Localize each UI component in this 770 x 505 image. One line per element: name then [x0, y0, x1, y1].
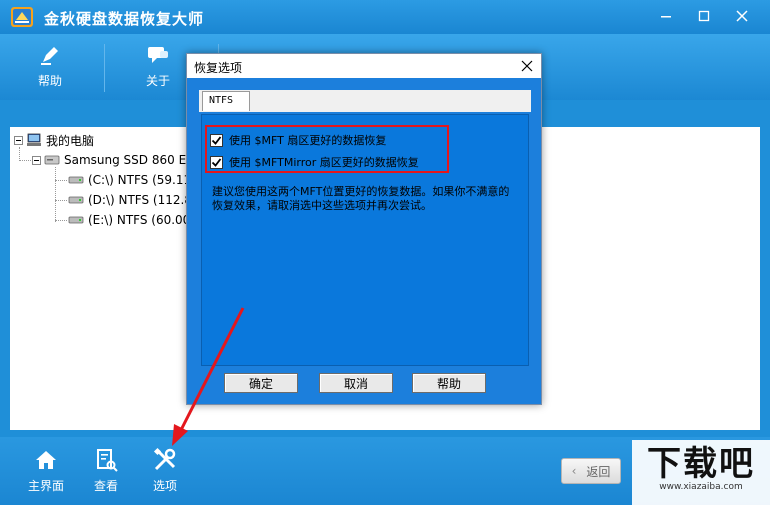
close-icon: [521, 60, 533, 72]
recovery-options-dialog: 恢复选项 NTFS 使用 $MFT 扇区更好的数据恢复 使用 $MFTMirro…: [186, 53, 542, 405]
dialog-title-bar: 恢复选项: [187, 54, 541, 78]
tab-ntfs[interactable]: NTFS: [202, 91, 250, 111]
hint-text: 建议您使用这两个MFT位置更好的恢复数据。如果你不满意的恢复效果，请取消选中这些…: [212, 185, 510, 212]
help-button[interactable]: 帮助: [412, 373, 486, 393]
drive-icon: [68, 176, 84, 184]
tree-connector: [55, 220, 67, 221]
tree-connector: [55, 200, 67, 201]
toolbar-divider: [104, 44, 105, 92]
options-button[interactable]: 选项: [135, 447, 195, 494]
back-label: 返回: [586, 464, 611, 479]
title-bar: 金秋硬盘数据恢复大师: [0, 0, 770, 34]
watermark-text: 下载吧: [647, 444, 755, 484]
collapse-toggle[interactable]: [14, 135, 23, 145]
tree-node-partition[interactable]: (E:\) NTFS (60.00: [68, 211, 190, 229]
mft-checkbox[interactable]: [210, 133, 223, 147]
tree-label-partition: (C:\) NTFS (59.11: [88, 173, 192, 187]
cancel-button[interactable]: 取消: [319, 373, 393, 393]
tree-node-disk[interactable]: Samsung SSD 860 EV: [32, 151, 194, 169]
tree-connector: [55, 180, 67, 181]
tree-label-partition: (E:\) NTFS (60.00: [88, 213, 191, 227]
maximize-button[interactable]: [686, 4, 722, 28]
drive-icon: [68, 216, 84, 224]
app-title: 金秋硬盘数据恢复大师: [44, 10, 205, 28]
about-tool-button[interactable]: 关于: [128, 42, 188, 89]
tree-connector: [19, 160, 33, 161]
pen-icon: [41, 47, 58, 65]
mft-option[interactable]: 使用 $MFT 扇区更好的数据恢复: [210, 131, 386, 149]
maximize-icon: [698, 10, 710, 22]
checkmark-icon: [211, 135, 222, 145]
view-button[interactable]: 查看: [76, 447, 136, 494]
chat-icon: [148, 47, 168, 63]
hard-disk-icon: [44, 155, 60, 165]
home-label: 主界面: [27, 479, 64, 493]
minimize-icon: [661, 16, 671, 18]
help-tool-button[interactable]: 帮助: [20, 42, 80, 89]
dialog-body: NTFS 使用 $MFT 扇区更好的数据恢复 使用 $MFTMirror 扇区更…: [187, 78, 541, 404]
collapse-toggle[interactable]: [32, 155, 41, 165]
tree-connector: [19, 147, 20, 161]
document-search-icon: [97, 449, 118, 472]
tools-icon: [153, 447, 176, 471]
close-button[interactable]: [724, 4, 760, 28]
dialog-close-button[interactable]: [519, 58, 535, 74]
drive-icon: [68, 196, 84, 204]
options-label: 选项: [152, 479, 177, 493]
tree-node-partition[interactable]: (C:\) NTFS (59.11: [68, 171, 191, 189]
dialog-title: 恢复选项: [194, 61, 243, 75]
tree-label-disk: Samsung SSD 860 EV: [64, 153, 195, 167]
ok-button[interactable]: 确定: [224, 373, 298, 393]
ntfs-tab-page: 使用 $MFT 扇区更好的数据恢复 使用 $MFTMirror 扇区更好的数据恢…: [201, 114, 529, 366]
mftmirror-option[interactable]: 使用 $MFTMirror 扇区更好的数据恢复: [210, 153, 419, 171]
minimize-button[interactable]: [648, 4, 684, 28]
tree-connector: [55, 167, 56, 222]
home-button[interactable]: 主界面: [16, 447, 76, 494]
tree-label-computer: 我的电脑: [46, 133, 95, 148]
about-tool-label: 关于: [145, 74, 170, 88]
help-tool-label: 帮助: [37, 74, 62, 88]
mftmirror-checkbox[interactable]: [210, 155, 223, 169]
tree-node-partition[interactable]: (D:\) NTFS (112.8: [68, 191, 192, 209]
home-icon: [36, 451, 56, 469]
back-button[interactable]: ‹ 返回: [561, 458, 621, 484]
mftmirror-option-label: 使用 $MFTMirror 扇区更好的数据恢复: [229, 156, 419, 169]
watermark-logo: 下载吧 www.xiazaiba.com: [632, 440, 770, 505]
tab-strip: NTFS: [199, 90, 531, 112]
app-logo-icon: [11, 7, 33, 27]
chevron-left-icon: ‹: [571, 464, 577, 478]
close-icon: [736, 10, 748, 22]
computer-icon: [27, 133, 41, 146]
tree-node-computer[interactable]: 我的电脑: [14, 131, 94, 149]
checkmark-icon: [211, 157, 222, 167]
view-label: 查看: [93, 479, 118, 493]
mft-option-label: 使用 $MFT 扇区更好的数据恢复: [229, 134, 387, 147]
tree-label-partition: (D:\) NTFS (112.8: [88, 193, 192, 207]
